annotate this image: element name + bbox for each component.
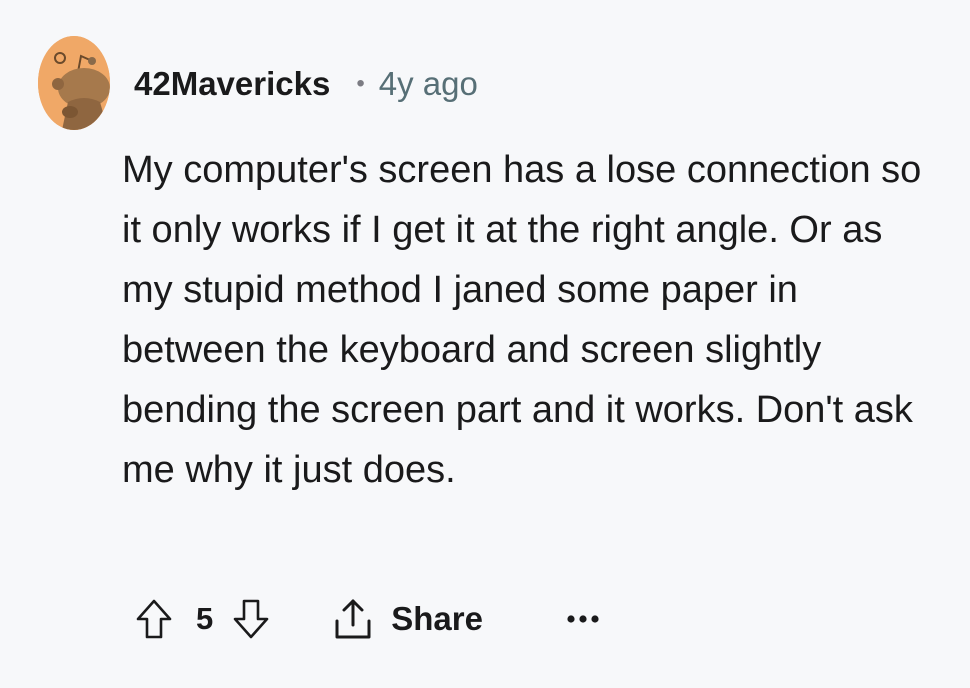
comment: 42Mavericks • 4y ago My computer's scree… [0,0,970,688]
comment-body: My computer's screen has a lose connecti… [122,149,922,491]
username[interactable]: 42Mavericks [134,65,330,103]
avatar[interactable] [38,36,110,130]
vote-score: 5 [196,601,214,636]
comment-header: 42Mavericks • 4y ago [134,62,478,106]
share-button[interactable]: Share [331,597,483,641]
more-options-icon [567,615,599,623]
comment-actions: 5 Share [130,592,605,646]
upvote-arrow-icon [136,599,172,639]
reddit-snoo-avatar-icon [38,36,110,130]
downvote-button[interactable] [227,592,275,646]
downvote-arrow-icon [233,599,269,639]
share-icon [335,599,371,639]
share-label: Share [391,600,483,637]
timestamp[interactable]: 4y ago [379,65,478,103]
upvote-button[interactable] [130,592,178,646]
separator-dot: • [356,70,365,97]
more-options-button[interactable] [561,599,605,639]
